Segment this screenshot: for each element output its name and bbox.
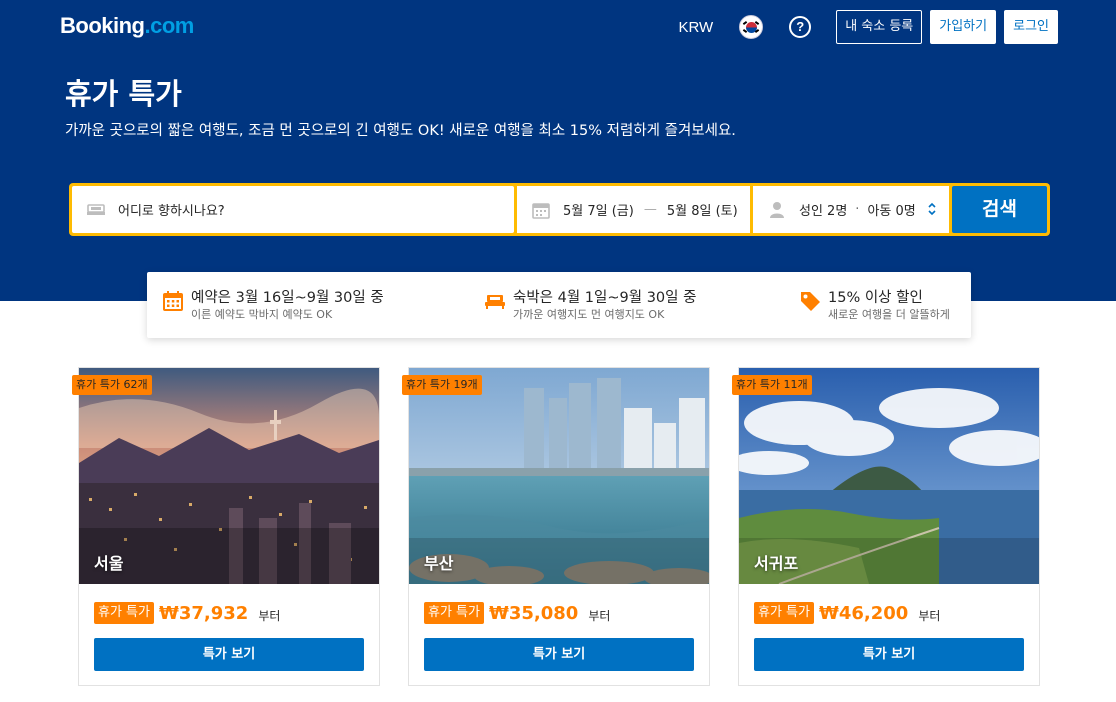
destination-card[interactable]: 휴가 특가 19개 부산 휴가 특가 ₩35,080 부터 특가 보기 (402, 367, 710, 686)
register-button[interactable]: 가입하기 (930, 10, 997, 44)
view-deals-button[interactable]: 특가 보기 (424, 638, 694, 671)
bed-icon (485, 295, 505, 309)
date-field[interactable]: 5월 7일 (금) — 5월 8일 (토) (517, 186, 750, 233)
currency-selector[interactable]: KRW (678, 19, 713, 36)
city-name: 서울 (94, 554, 124, 573)
perk-title: 15% 이상 할인 (828, 290, 923, 306)
deal-price: ₩46,200 (818, 602, 909, 624)
person-icon (770, 201, 784, 218)
page-subtitle: 가까운 곳으로의 짧은 여행도, 조금 먼 곳으로의 긴 여행도 OK! 새로운… (65, 123, 736, 139)
price-from-label: 부터 (258, 608, 281, 623)
logo-text: Booking (60, 13, 145, 38)
deal-price: ₩35,080 (488, 602, 579, 624)
destination-card[interactable]: 휴가 특가 11개 서귀포 휴가 특가 ₩46,200 부터 특가 보기 (732, 367, 1040, 686)
destination-input[interactable]: 어디로 향하시나요? (118, 200, 225, 219)
deal-count-badge: 휴가 특가 19개 (402, 375, 482, 395)
page-title: 휴가 특가 (65, 77, 182, 111)
perk-subtitle: 이른 예약도 막바지 예약도 OK (191, 308, 333, 321)
deal-count-badge: 휴가 특가 62개 (72, 375, 152, 395)
search-button[interactable]: 검색 (952, 186, 1047, 233)
perks-box: 예약은 3월 16일~9월 30일 중 이른 예약도 막바지 예약도 OK 숙박… (147, 272, 971, 338)
list-property-button[interactable]: 내 숙소 등록 (836, 10, 923, 44)
perk-stay-window: 숙박은 4월 1일~9월 30일 중 가까운 여행지도 먼 여행지도 OK (484, 288, 696, 322)
deal-tag: 휴가 특가 (94, 602, 154, 624)
perk-subtitle: 가까운 여행지도 먼 여행지도 OK (513, 308, 665, 321)
guests-field[interactable]: 성인 2명 · 아동 0명 (753, 186, 949, 233)
deal-tag: 휴가 특가 (424, 602, 484, 624)
price-from-label: 부터 (588, 608, 611, 623)
view-deals-button[interactable]: 특가 보기 (94, 638, 364, 671)
bed-icon (87, 203, 105, 215)
busan-photo[interactable] (409, 368, 709, 584)
city-name: 서귀포 (754, 554, 799, 573)
adults-count: 성인 2명 (799, 204, 848, 219)
deal-price-row: 휴가 특가 ₩35,080 부터 (424, 602, 610, 624)
korea-flag-icon[interactable] (739, 15, 764, 39)
deal-count-badge: 휴가 특가 11개 (732, 375, 812, 395)
perk-subtitle: 새로운 여행을 더 알뜰하게 (828, 308, 950, 321)
deal-price: ₩37,932 (158, 602, 249, 624)
top-nav: KRW ? 내 숙소 등록 가입하기 로그인 (678, 10, 1058, 44)
checkin-date[interactable]: 5월 7일 (금) (563, 200, 634, 219)
calendar-icon (532, 202, 550, 219)
deal-price-row: 휴가 특가 ₩46,200 부터 (754, 602, 940, 624)
calendar-icon (163, 291, 183, 311)
hero-banner (0, 0, 1116, 301)
booking-logo[interactable]: Booking.com (60, 13, 194, 41)
destination-card[interactable]: 휴가 특가 62개 서울 휴가 특가 ₩37,932 부터 특가 보기 (72, 367, 380, 686)
chevron-updown-icon (928, 202, 936, 216)
price-tag-icon (801, 292, 820, 311)
destination-field[interactable]: 어디로 향하시나요? (72, 186, 514, 233)
deal-tag: 휴가 특가 (754, 602, 814, 624)
date-separator: — (643, 202, 657, 217)
sign-in-button[interactable]: 로그인 (1004, 10, 1058, 44)
logo-suffix: .com (144, 13, 195, 38)
perk-title: 예약은 3월 16일~9월 30일 중 (191, 290, 384, 306)
perk-discount: 15% 이상 할인 새로운 여행을 더 알뜰하게 (799, 288, 950, 322)
city-name: 부산 (424, 554, 454, 573)
checkout-date[interactable]: 5월 8일 (토) (667, 200, 738, 219)
perk-title: 숙박은 4월 1일~9월 30일 중 (513, 290, 697, 306)
view-deals-button[interactable]: 특가 보기 (754, 638, 1024, 671)
price-from-label: 부터 (918, 608, 941, 623)
question-circle-icon[interactable]: ? (789, 16, 812, 38)
perk-booking-window: 예약은 3월 16일~9월 30일 중 이른 예약도 막바지 예약도 OK (162, 288, 384, 322)
search-bar: 어디로 향하시나요? 5월 7일 (금) — 5월 8일 (토) 성인 2명 ·… (69, 183, 1050, 236)
guest-separator: · (855, 202, 860, 217)
seoul-photo[interactable] (79, 368, 379, 584)
deal-price-row: 휴가 특가 ₩37,932 부터 (94, 602, 280, 624)
children-count: 아동 0명 (867, 204, 916, 219)
